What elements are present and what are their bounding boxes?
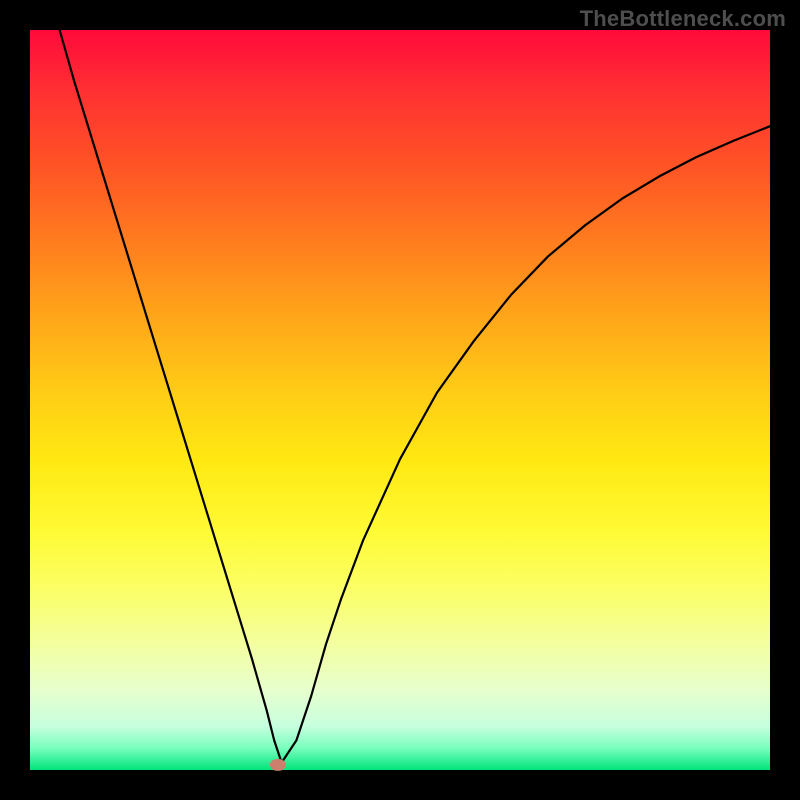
chart-plot-area xyxy=(30,30,770,770)
minimum-marker xyxy=(270,759,286,771)
watermark-text: TheBottleneck.com xyxy=(580,6,786,32)
bottleneck-curve xyxy=(30,30,770,770)
